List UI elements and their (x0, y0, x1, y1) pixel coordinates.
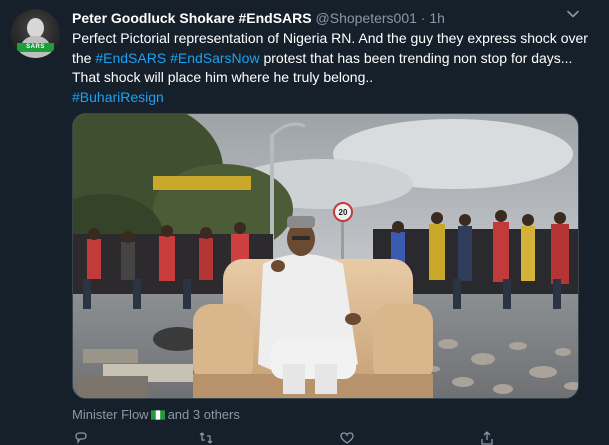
hashtag-buhariresign[interactable]: #BuhariResign (72, 89, 164, 105)
tweet-photo[interactable]: 20 (72, 113, 579, 399)
avatar-band: SARS (17, 43, 54, 52)
chevron-down-icon[interactable] (566, 7, 580, 21)
tweet-time[interactable]: 1h (429, 10, 445, 26)
hashtag-endsars[interactable]: #EndSARS (95, 50, 166, 66)
liked-by[interactable]: Minister Flow and 3 others (72, 407, 240, 423)
likers-rest[interactable]: and 3 others (168, 407, 240, 422)
nigeria-flag-icon (150, 410, 165, 420)
tweet[interactable]: SARS Peter Goodluck Shokare #EndSARS @Sh… (0, 0, 609, 445)
liker-name[interactable]: Minister Flow (72, 407, 149, 422)
reply-icon[interactable] (74, 431, 88, 445)
tweet-header: Peter Goodluck Shokare #EndSARS @Shopete… (72, 9, 445, 27)
separator-dot: · (420, 10, 426, 26)
tweet-text: Perfect Pictorial representation of Nige… (72, 29, 592, 107)
photo-speed-sign-text: 20 (339, 208, 348, 217)
retweet-icon[interactable] (199, 431, 213, 445)
avatar-head (27, 18, 44, 38)
author-name[interactable]: Peter Goodluck Shokare #EndSARS (72, 10, 312, 26)
avatar-band-text: SARS (26, 44, 45, 50)
author-handle[interactable]: @Shopeters001 (316, 10, 417, 26)
photo-yellow-sign (153, 176, 251, 190)
avatar[interactable]: SARS (11, 9, 60, 58)
tweet-actions (72, 431, 579, 445)
heart-icon[interactable] (340, 431, 354, 445)
share-icon[interactable] (480, 431, 494, 445)
hashtag-endsarsnow[interactable]: #EndSarsNow (170, 50, 260, 66)
